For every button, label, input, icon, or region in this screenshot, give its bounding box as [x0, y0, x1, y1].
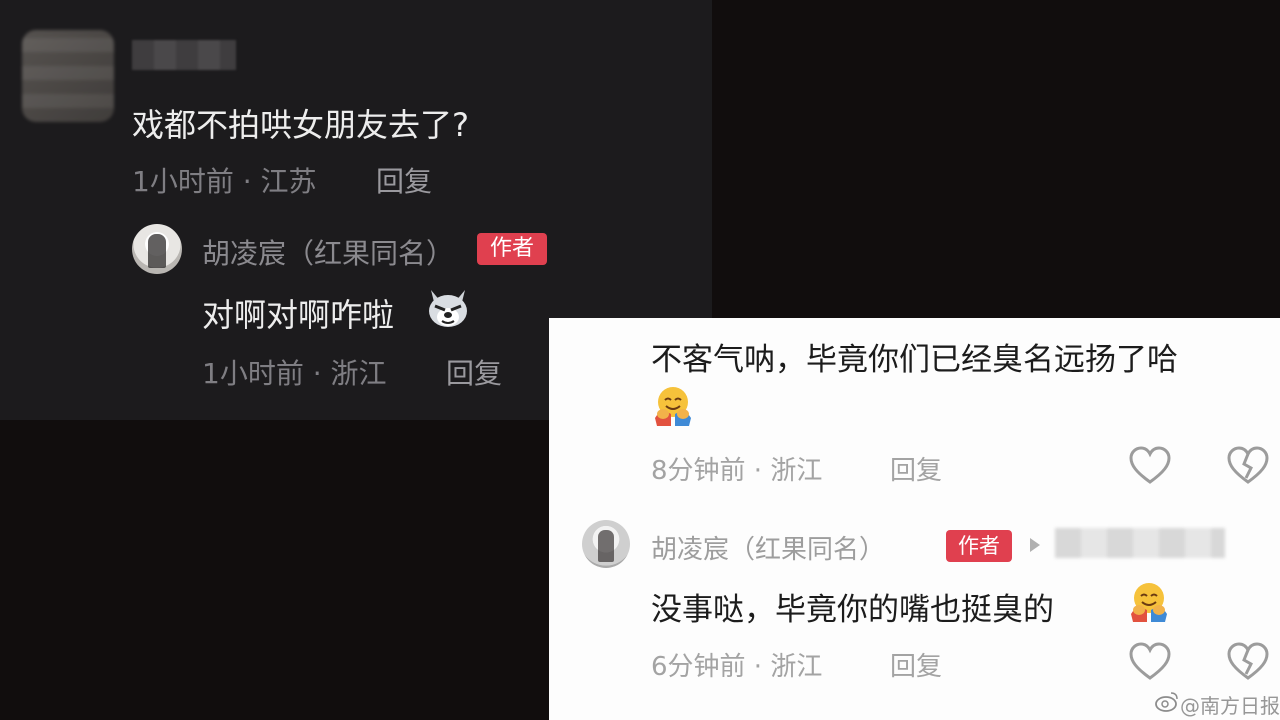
author-username[interactable]: 胡凌宸（红果同名）	[202, 232, 454, 272]
hug-face-icon	[1131, 583, 1167, 622]
light-author-badge: 作者	[946, 530, 1012, 562]
comment-meta: 1小时前 · 江苏	[132, 165, 317, 198]
like-heart-icon[interactable]	[1128, 642, 1172, 682]
hug-face-icon	[655, 387, 691, 426]
like-heart-icon[interactable]	[1128, 446, 1172, 486]
light-comment-reply-button[interactable]: 回复	[890, 450, 942, 487]
author-badge: 作者	[477, 233, 547, 265]
author-reply-text: 对啊对啊咋啦	[202, 296, 395, 334]
light-author-reply-text: 没事哒，毕竟你的嘴也挺臭的	[651, 592, 1054, 628]
author-avatar[interactable]	[132, 224, 182, 274]
dislike-broken-heart-icon[interactable]	[1226, 642, 1270, 682]
light-author-username[interactable]: 胡凌宸（红果同名）	[651, 529, 885, 566]
reply-target-name-blurred[interactable]	[1055, 528, 1225, 558]
dislike-broken-heart-icon[interactable]	[1226, 446, 1270, 486]
comment-reply-button[interactable]: 回复	[376, 160, 432, 200]
comment-text: 戏都不拍哄女朋友去了?	[132, 106, 469, 144]
commenter-name-blurred[interactable]	[132, 40, 236, 70]
wolf-sticker-icon	[429, 290, 467, 327]
light-comment-meta: 8分钟前 · 浙江	[651, 456, 823, 486]
reply-arrow-icon	[1030, 538, 1040, 552]
commenter-avatar-blurred[interactable]	[22, 30, 114, 122]
author-reply-button[interactable]: 回复	[446, 352, 502, 392]
author-reply-meta: 1小时前 · 浙江	[202, 357, 387, 390]
light-author-reply-button[interactable]: 回复	[890, 646, 942, 683]
light-author-avatar[interactable]	[582, 520, 630, 568]
light-comment-text: 不客气呐，毕竟你们已经臭名远扬了哈	[651, 342, 1178, 378]
source-watermark: @南方日报	[1180, 694, 1280, 718]
light-author-reply-meta: 6分钟前 · 浙江	[651, 652, 823, 682]
weibo-logo-icon	[1155, 692, 1178, 712]
